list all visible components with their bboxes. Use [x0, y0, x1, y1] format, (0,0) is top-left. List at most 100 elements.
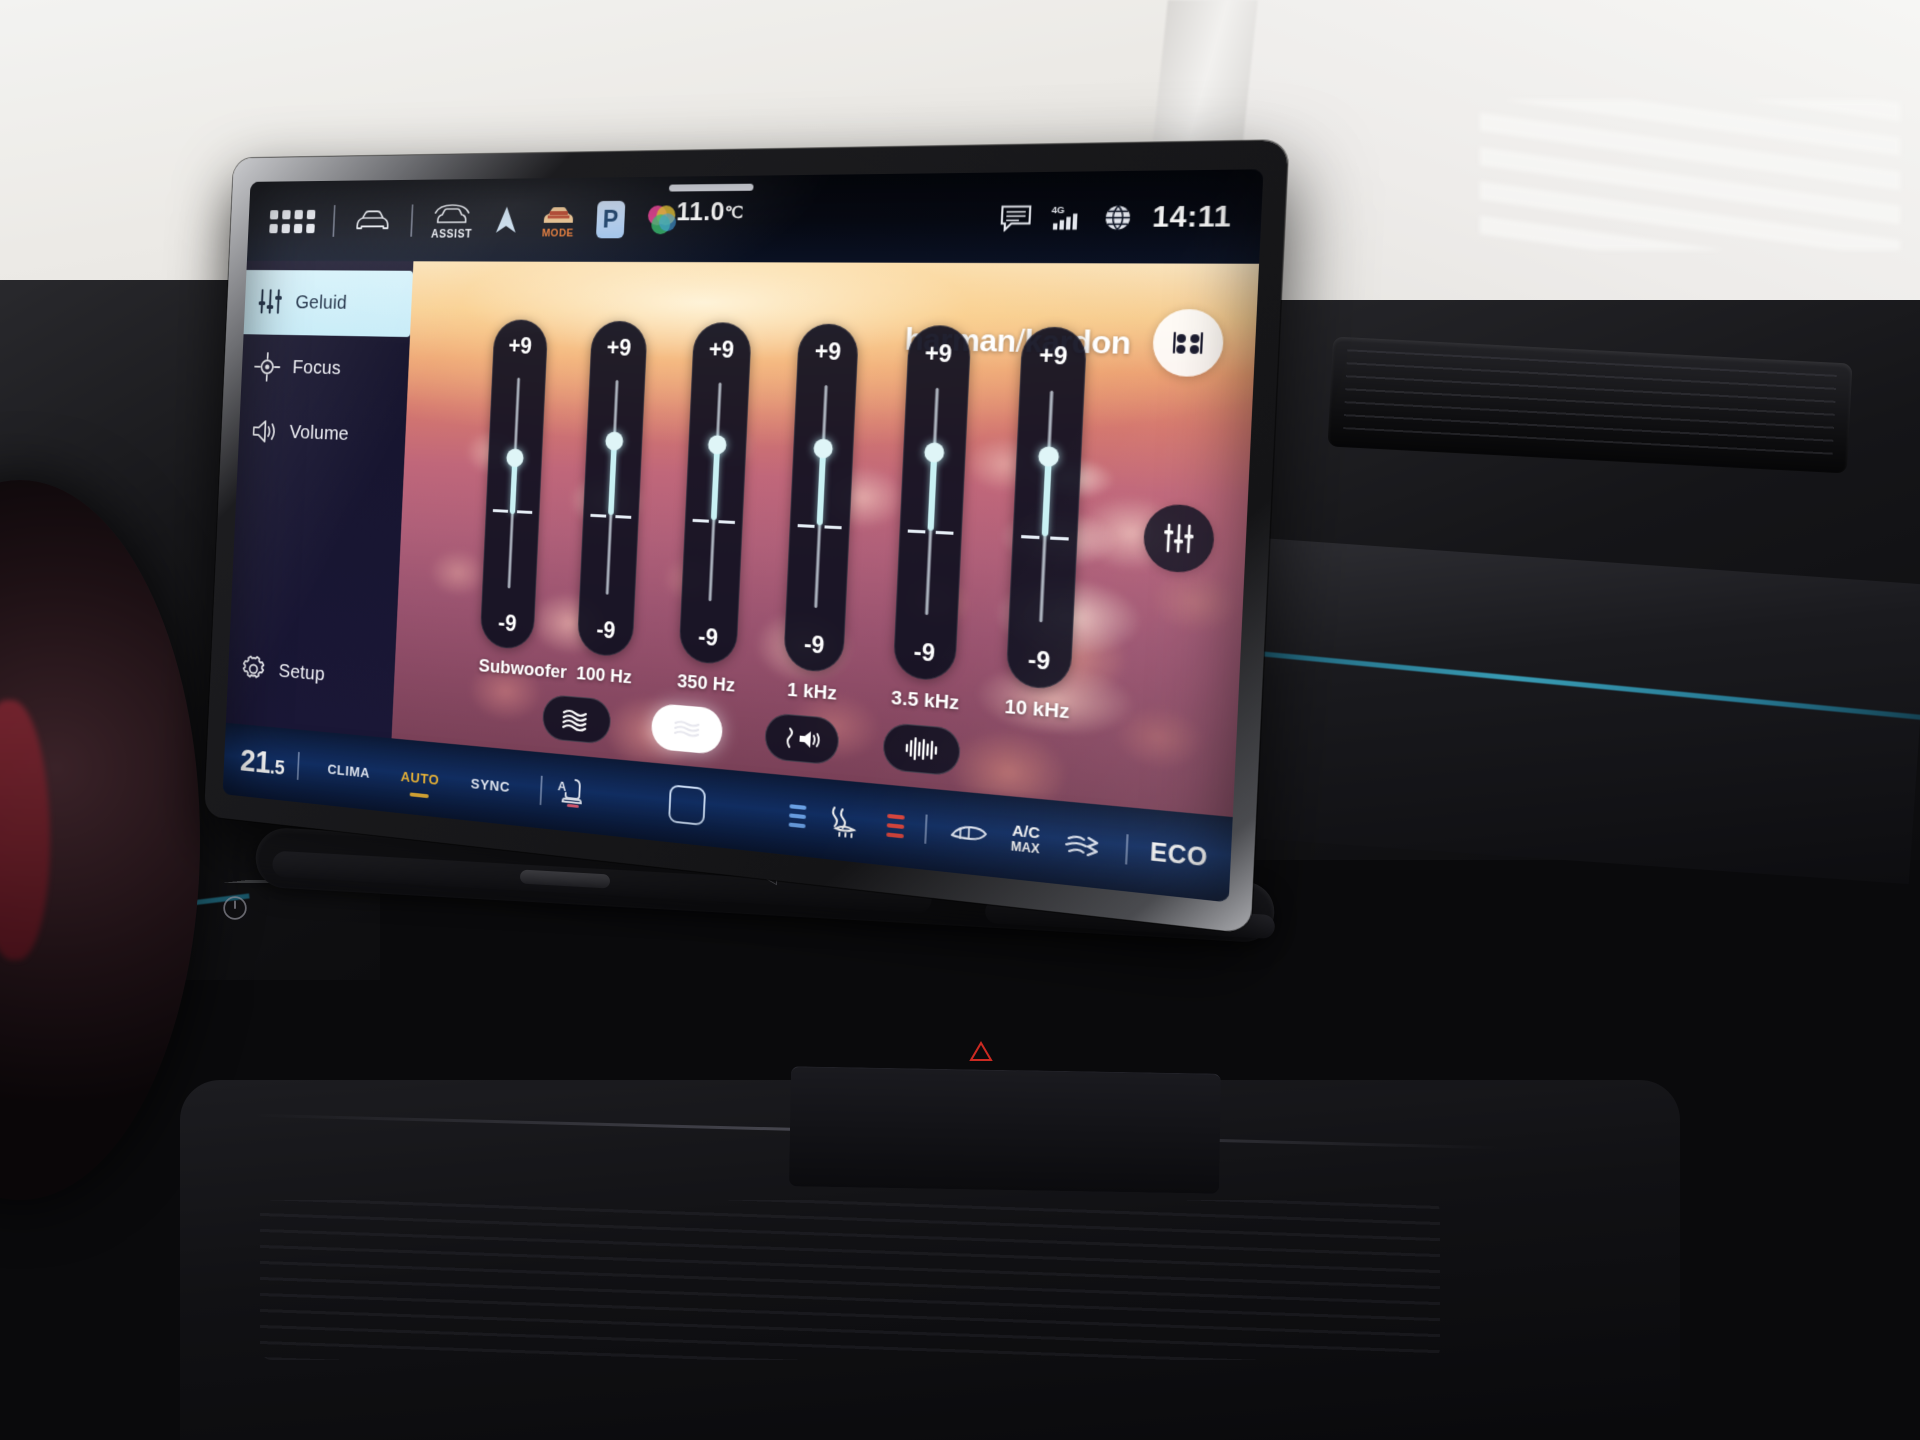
gear-settings-icon — [239, 652, 268, 686]
grid-apps-icon[interactable] — [269, 209, 316, 233]
eq-band-min: -9 — [803, 630, 826, 659]
svg-text:A: A — [558, 778, 567, 794]
brand-kardon: kardon — [1023, 324, 1131, 361]
eq-band-track[interactable] — [924, 387, 939, 615]
climate-divider-2 — [539, 775, 544, 806]
auto-button[interactable]: AUTO — [400, 768, 439, 788]
brand-slash: / — [1015, 324, 1026, 360]
sound-preset-1-button[interactable] — [541, 693, 612, 745]
climate-pull-handle-group[interactable]: 11.0℃ — [667, 183, 754, 228]
eq-band-fill — [608, 441, 618, 516]
eq-band-knob[interactable] — [1037, 446, 1060, 468]
eq-band-track[interactable] — [708, 382, 722, 602]
sidebar-item-label: Geluid — [295, 291, 348, 314]
climate-divider-4 — [1124, 834, 1129, 865]
eq-band-max: +9 — [507, 332, 533, 359]
mode-label: MODE — [541, 227, 574, 239]
sidebar-item-volume[interactable]: Volume — [238, 398, 407, 469]
sound-preset-4-button[interactable] — [882, 722, 962, 777]
svg-text:4G: 4G — [1051, 204, 1065, 215]
eq-band-fill — [710, 445, 720, 521]
eq-band-center-tick — [797, 524, 842, 530]
hazard-light-icon[interactable] — [968, 1040, 994, 1064]
sidebar-item-focus[interactable]: Focus — [241, 334, 410, 403]
eq-band-max: +9 — [924, 339, 953, 368]
focus-target-icon — [253, 351, 282, 383]
eq-band-slider[interactable]: +9 -9 — [678, 322, 752, 666]
park-button[interactable]: P — [595, 200, 626, 239]
eq-band-slider[interactable]: +9 -9 — [892, 324, 972, 682]
eq-band-slider[interactable]: +9 -9 — [783, 323, 860, 674]
climate-divider-1 — [296, 751, 300, 780]
assist-button[interactable]: ASSIST — [431, 201, 474, 240]
sound-wave-preset-2-icon — [669, 714, 705, 743]
auto-seat-climate-icon[interactable]: A — [556, 774, 589, 812]
eq-band-max: +9 — [814, 337, 842, 366]
home-square-icon[interactable] — [667, 784, 706, 826]
status-bar: ASSIST MODE P 11.0℃ 4G 14:11 — [246, 169, 1264, 264]
eq-band-slider[interactable]: +9 -9 — [479, 319, 549, 651]
fan-speed-icon[interactable] — [1061, 829, 1104, 861]
speaker-balance-icon — [1167, 326, 1209, 359]
clock: 14:11 — [1151, 199, 1233, 233]
equalizer-toggle-button[interactable] — [1142, 503, 1216, 574]
eco-button[interactable]: ECO — [1149, 837, 1208, 872]
driver-temperature[interactable]: 21.5 — [240, 742, 286, 782]
eq-band-knob[interactable] — [707, 435, 727, 455]
brand-harman: harman — [904, 323, 1017, 359]
rear-window-defrost-icon[interactable] — [947, 818, 990, 850]
eq-band-knob[interactable] — [605, 431, 624, 452]
sidebar-item-label: Volume — [289, 421, 350, 445]
eq-band-knob[interactable] — [506, 448, 524, 468]
eq-band-min: -9 — [1027, 645, 1051, 675]
windshield-defrost-icon[interactable] — [825, 803, 867, 840]
message-bubble-icon[interactable] — [999, 204, 1032, 232]
eq-band-slider[interactable]: +9 -9 — [577, 320, 649, 658]
drive-mode-button[interactable]: MODE — [539, 201, 577, 239]
pull-handle[interactable] — [668, 183, 754, 192]
ac-label: A/C — [1011, 821, 1041, 843]
driver-temperature-value: 21 — [239, 742, 272, 781]
car-icon[interactable] — [353, 207, 393, 235]
air-heat-red-icon[interactable] — [886, 813, 905, 839]
eq-band-fill — [816, 448, 827, 526]
air-vent-blue-icon[interactable] — [788, 804, 807, 829]
sidebar: Geluid Focus Volume Setup — [225, 260, 414, 739]
navigation-arrow-icon[interactable] — [491, 204, 521, 237]
clima-button[interactable]: CLIMA — [327, 761, 370, 781]
power-button-icon[interactable] — [222, 895, 248, 921]
max-label: MAX — [1010, 838, 1040, 857]
eq-band-min: -9 — [595, 616, 616, 644]
eq-band-center-tick — [692, 519, 735, 525]
assist-icon — [433, 201, 473, 226]
eq-band-min: -9 — [497, 609, 518, 637]
harman-kardon-logo: harman/kardon — [904, 323, 1132, 363]
eq-band-knob[interactable] — [813, 438, 834, 459]
sidebar-item-setup[interactable]: Setup — [227, 635, 396, 714]
eq-band-track[interactable] — [1039, 390, 1054, 623]
ac-max-button[interactable]: A/C MAX — [1010, 821, 1041, 857]
sidebar-item-label: Setup — [278, 659, 326, 686]
sidebar-item-geluid[interactable]: Geluid — [243, 269, 414, 338]
speaker-balance-button[interactable] — [1151, 308, 1225, 378]
infotainment-screen: ASSIST MODE P 11.0℃ 4G 14:11 Geluid Focu… — [222, 169, 1264, 903]
eq-band-min: -9 — [913, 638, 936, 667]
dashboard-trim-right — [1210, 535, 1920, 885]
eq-band-fill — [1041, 456, 1052, 537]
sound-preset-3-button[interactable] — [764, 712, 840, 766]
eq-band-max: +9 — [606, 334, 632, 361]
sound-preset-2-button[interactable] — [650, 702, 724, 756]
equalizer-sliders: +9 -9 +9 -9 +9 -9 +9 -9 +9 -9 +9 -9 — [479, 319, 1088, 691]
sync-button[interactable]: SYNC — [470, 775, 510, 795]
4g-signal-icon: 4G — [1051, 204, 1078, 230]
eq-band-slider[interactable]: +9 -9 — [1005, 326, 1088, 691]
driver-temperature-decimal: .5 — [269, 754, 285, 779]
eq-band-max: +9 — [1038, 341, 1069, 370]
eq-band-label: 1 kHz — [786, 679, 838, 705]
wallpaper-stone-stack — [950, 452, 1182, 743]
eq-band-knob[interactable] — [923, 442, 945, 464]
outside-temperature-unit: ℃ — [724, 202, 744, 223]
sidebar-item-label: Focus — [292, 356, 342, 379]
eq-band-track[interactable] — [814, 385, 828, 608]
